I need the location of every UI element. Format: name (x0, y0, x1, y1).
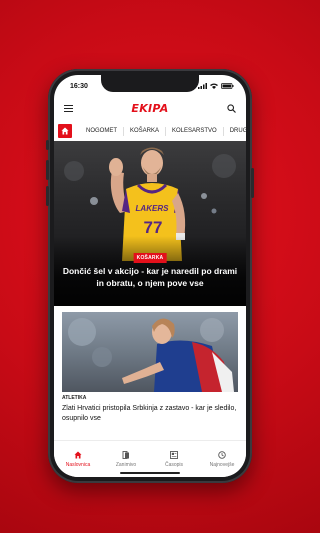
jersey-lakers-text: LAKERS (136, 204, 170, 213)
app-header: EKIPA (54, 97, 246, 119)
nav-home-tab[interactable] (58, 124, 72, 138)
status-icons (198, 83, 234, 89)
status-time: 16:30 (70, 82, 88, 90)
phone-volume-up (46, 160, 49, 180)
athlete-image (68, 318, 234, 392)
article-headline[interactable]: Zlati Hrvatici pristopila Srbkinja z zas… (62, 404, 238, 424)
hero-article[interactable]: LAKERS 77 KOŠARKA Dončić šel v akcijo - … (54, 141, 246, 306)
category-nav: NOGOMET KOŠARKA KOLESARSTVO DRUGI ŠPORT (54, 121, 246, 142)
bottom-nav-label: Zanimivo (115, 461, 137, 468)
article-image[interactable] (62, 312, 238, 392)
nav-item-kosarka[interactable]: KOŠARKA (123, 126, 165, 136)
bookmark-icon (122, 450, 129, 459)
bottom-nav-label: Najnovejše (209, 461, 235, 468)
nav-item-nogomet[interactable]: NOGOMET (80, 127, 123, 136)
bottom-nav-label: Naslovnica (65, 461, 91, 468)
phone-notch (101, 75, 199, 92)
hero-headline[interactable]: Dončić šel v akcijo - kar je naredil po … (62, 265, 238, 289)
signal-icon (198, 83, 207, 89)
home-indicator (120, 472, 180, 474)
newspaper-icon (170, 450, 178, 459)
hero-category-badge: KOŠARKA (133, 253, 167, 263)
wifi-icon (210, 83, 218, 89)
bottom-nav-zanimivo[interactable]: Zanimivo (103, 450, 149, 468)
phone-side-button (46, 140, 49, 150)
article-category: ATLETIKA (62, 395, 87, 401)
home-icon (61, 127, 69, 135)
bottom-nav-najnovejse[interactable]: Najnovejše (199, 450, 245, 468)
menu-icon[interactable] (64, 104, 73, 112)
app-screen: 16:30 EKIPA NOGOMET KOŠARKA KOLESARSTVO … (54, 75, 246, 477)
home-icon (74, 451, 82, 458)
clock-icon (218, 450, 226, 459)
nav-item-kolesarstvo[interactable]: KOLESARSTVO (165, 126, 223, 136)
phone-power-button (251, 168, 254, 198)
bottom-nav-casopis[interactable]: Časopis (151, 450, 197, 468)
bottom-nav-label: Časopis (164, 461, 184, 468)
jersey-number: 77 (144, 218, 163, 237)
bottom-nav-naslovnica[interactable]: Naslovnica (55, 451, 101, 468)
app-logo[interactable]: EKIPA (131, 102, 168, 115)
battery-icon (221, 83, 234, 89)
phone-volume-down (46, 186, 49, 206)
search-icon[interactable] (227, 103, 236, 113)
nav-item-drugi-sport[interactable]: DRUGI ŠPORT (222, 126, 246, 136)
